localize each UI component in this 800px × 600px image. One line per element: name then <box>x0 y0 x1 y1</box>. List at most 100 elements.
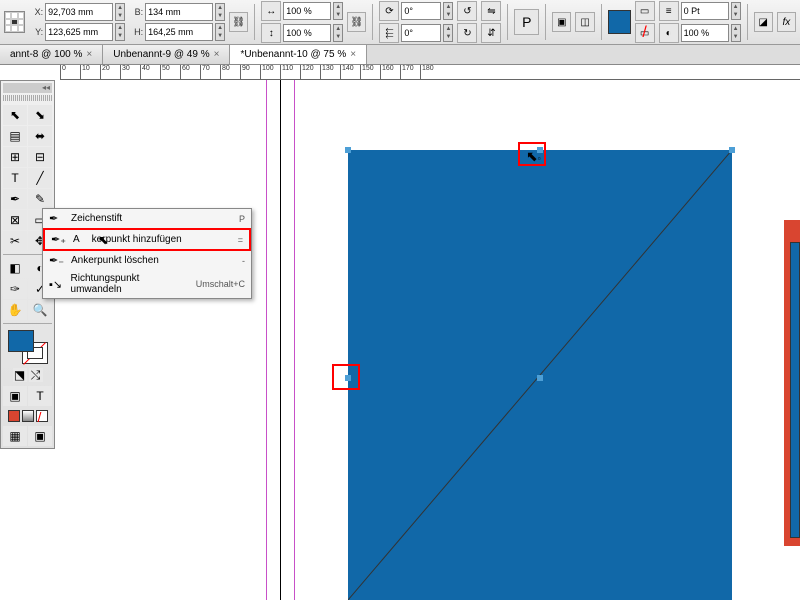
handle-center[interactable] <box>537 375 543 381</box>
apply-none[interactable]: / <box>36 410 48 422</box>
shear-spinner[interactable]: ▲▼ <box>443 24 453 42</box>
tab-label: *Unbenannt-10 @ 75 % <box>240 49 346 60</box>
x-input[interactable] <box>45 3 113 21</box>
no-stroke-icon[interactable]: ▭/ <box>635 23 655 43</box>
stroke-spinner[interactable]: ▲▼ <box>731 2 741 20</box>
convert-point-icon: ▪↘ <box>49 278 65 291</box>
flyout-delete-anchor[interactable]: ✒₋ Ankerpunkt löschen - <box>43 251 251 270</box>
flyout-shortcut: Umschalt+C <box>196 279 245 289</box>
scale-y-icon: ↕ <box>261 23 281 43</box>
gradient-tool[interactable]: ◧ <box>3 258 27 278</box>
y-spinner[interactable]: ▲▼ <box>115 23 125 41</box>
rectangle-frame-tool[interactable]: ⊠ <box>3 210 27 230</box>
y-input[interactable] <box>45 23 113 41</box>
blue-side-panel <box>790 242 800 538</box>
default-fill-stroke-icon[interactable]: ⬔ <box>13 368 27 382</box>
opacity-icon: ◐ <box>659 23 679 43</box>
canvas[interactable]: ⬉▫ <box>60 80 800 600</box>
close-icon[interactable]: × <box>86 49 92 60</box>
opacity-spinner[interactable]: ▲▼ <box>731 24 741 42</box>
horizontal-ruler[interactable]: 01020 304050 607080 90100110 120130140 1… <box>60 65 800 80</box>
y-label: Y: <box>29 27 43 37</box>
line-tool[interactable]: ╱ <box>28 168 52 188</box>
formatting-text-icon[interactable]: T <box>28 386 52 406</box>
x-spinner[interactable]: ▲▼ <box>115 3 125 21</box>
apply-gradient[interactable] <box>22 410 34 422</box>
zoom-tool[interactable]: 🔍 <box>28 300 52 320</box>
paragraph-icon[interactable]: P <box>514 9 539 35</box>
fill-swatch[interactable] <box>608 10 631 34</box>
close-icon[interactable]: × <box>214 49 220 60</box>
apply-color[interactable] <box>8 410 20 422</box>
apply-color-row: / <box>3 410 52 422</box>
tab-1[interactable]: Unbenannt-9 @ 49 % × <box>103 45 230 64</box>
selection-tool[interactable]: ⬉ <box>3 105 27 125</box>
stroke-style-icon[interactable]: ▭ <box>635 1 655 21</box>
view-mode-normal[interactable]: ▦ <box>3 426 27 446</box>
sx-spinner[interactable]: ▲▼ <box>333 2 343 20</box>
shear-icon: ⬱ <box>379 23 399 43</box>
cursor-icon: ⬉▫ <box>526 148 541 165</box>
handle-tl[interactable] <box>345 147 351 153</box>
flyout-convert-point[interactable]: ▪↘ Richtungspunkt umwandeln Umschalt+C <box>43 270 251 298</box>
add-anchor-icon: ✒₊ <box>51 233 67 246</box>
hand-tool[interactable]: ✋ <box>3 300 27 320</box>
scale-x-input[interactable] <box>283 2 331 20</box>
constrain-proportions-icon[interactable]: ⛓ <box>229 12 248 32</box>
scale-x-icon: ↔ <box>261 1 281 21</box>
content-collector-tool[interactable]: ⊞ <box>3 147 27 167</box>
scale-y-input[interactable] <box>283 24 331 42</box>
flyout-shortcut: P <box>239 214 245 224</box>
shear-input[interactable] <box>401 24 441 42</box>
highlight-box-left <box>332 364 360 390</box>
rotate-icon: ⟳ <box>379 1 399 21</box>
flyout-shortcut: - <box>242 256 245 266</box>
constrain-scale-icon[interactable]: ⛓ <box>347 12 366 32</box>
tab-label: Unbenannt-9 @ 49 % <box>113 49 209 60</box>
rot-spinner[interactable]: ▲▼ <box>443 2 453 20</box>
effects-icon[interactable]: ◪ <box>754 12 773 32</box>
height-input[interactable] <box>145 23 213 41</box>
gap-tool[interactable]: ⬌ <box>28 126 52 146</box>
page-tool[interactable]: ▤ <box>3 126 27 146</box>
opacity-input[interactable] <box>681 24 729 42</box>
rotate-ccw-icon[interactable]: ↺ <box>457 1 477 21</box>
swap-fill-stroke-icon[interactable]: ⤭ <box>29 368 43 382</box>
w-spinner[interactable]: ▲▼ <box>215 3 225 21</box>
width-input[interactable] <box>145 3 213 21</box>
sy-spinner[interactable]: ▲▼ <box>333 24 343 42</box>
select-container-icon[interactable]: ▣ <box>552 12 571 32</box>
fill-stroke-swatch[interactable] <box>8 330 48 364</box>
tab-2[interactable]: *Unbenannt-10 @ 75 % × <box>230 45 367 64</box>
panel-grip[interactable] <box>3 95 52 101</box>
close-icon[interactable]: × <box>350 49 356 60</box>
w-label: B: <box>129 7 143 17</box>
rotate-cw-icon[interactable]: ↻ <box>457 23 477 43</box>
stroke-weight-input[interactable] <box>681 2 729 20</box>
margin-guide-right <box>294 80 295 600</box>
flyout-label: Ankerpunkt löschen <box>71 255 159 266</box>
handle-tr[interactable] <box>729 147 735 153</box>
h-spinner[interactable]: ▲▼ <box>215 23 225 41</box>
flip-h-icon[interactable]: ⇋ <box>481 1 501 21</box>
formatting-container-icon[interactable]: ▣ <box>3 386 27 406</box>
flyout-pen[interactable]: ✒ Zeichenstift P <box>43 209 251 228</box>
fill-swatch[interactable] <box>8 330 34 352</box>
type-tool[interactable]: T <box>3 168 27 188</box>
scissors-tool[interactable]: ✂ <box>3 231 27 251</box>
select-content-icon[interactable]: ◫ <box>575 12 594 32</box>
direct-selection-tool[interactable]: ⬊ <box>28 105 52 125</box>
tab-0[interactable]: annt-8 @ 100 %× <box>0 45 103 64</box>
note-tool[interactable]: ✑ <box>3 279 27 299</box>
fx-icon[interactable]: fx <box>777 12 796 32</box>
pencil-tool[interactable]: ✎ <box>28 189 52 209</box>
rotate-input[interactable] <box>401 2 441 20</box>
flyout-add-anchor[interactable]: ✒₊ Akerpunkt hinzufügen = ⬉ <box>43 228 251 251</box>
content-placer-tool[interactable]: ⊟ <box>28 147 52 167</box>
margin-guide-left <box>266 80 267 600</box>
pen-tool[interactable]: ✒ <box>3 189 27 209</box>
view-mode-preview[interactable]: ▣ <box>28 426 52 446</box>
reference-point-grid[interactable] <box>4 11 25 33</box>
panel-collapse-icon[interactable]: ◂◂ <box>42 83 50 93</box>
flip-v-icon[interactable]: ⇵ <box>481 23 501 43</box>
